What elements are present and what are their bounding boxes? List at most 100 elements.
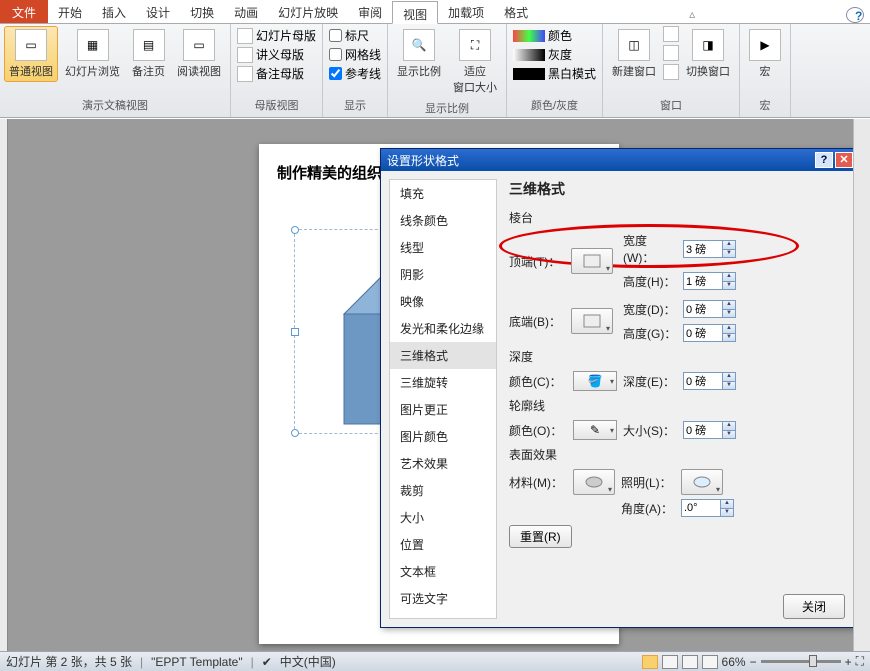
dialog-help-button[interactable]: ? — [815, 152, 833, 168]
contour-color-picker[interactable]: ✎ — [573, 420, 617, 440]
depth-color-picker[interactable]: 🪣 — [573, 371, 617, 391]
gray-mode-button[interactable]: 灰度 — [511, 45, 598, 64]
macros-button[interactable]: ▶宏 — [744, 26, 786, 82]
color-mode-button[interactable]: 颜色 — [511, 26, 598, 45]
reading-view-status-button[interactable] — [682, 655, 698, 669]
nav-crop[interactable]: 裁剪 — [390, 477, 496, 504]
nav-textbox[interactable]: 文本框 — [390, 558, 496, 585]
vertical-scrollbar[interactable] — [853, 119, 870, 651]
depth-spinner[interactable]: ▲▼ — [683, 372, 736, 390]
top-height-spinner[interactable]: ▲▼ — [683, 272, 736, 290]
cascade-icon[interactable] — [663, 45, 679, 61]
nav-fill[interactable]: 填充 — [390, 180, 496, 207]
nav-glow[interactable]: 发光和柔化边缘 — [390, 315, 496, 342]
gray-icon — [513, 49, 545, 61]
tab-view[interactable]: 视图 — [392, 1, 438, 24]
bucket-icon: 🪣 — [588, 374, 603, 388]
bevel-bottom-picker[interactable] — [571, 308, 613, 334]
slide-number-status: 幻灯片 第 2 张，共 5 张 — [6, 653, 132, 670]
sorter-view-status-button[interactable] — [662, 655, 678, 669]
tab-animations[interactable]: 动画 — [224, 0, 268, 23]
zoom-percent[interactable]: 66% — [722, 655, 746, 669]
group-label: 母版视图 — [255, 95, 299, 115]
nav-3d-format[interactable]: 三维格式 — [390, 342, 496, 369]
bw-mode-button[interactable]: 黑白模式 — [511, 64, 598, 83]
new-window-button[interactable]: ◫新建窗口 — [607, 26, 661, 82]
nav-line-style[interactable]: 线型 — [390, 234, 496, 261]
normal-view-status-button[interactable] — [642, 655, 658, 669]
slide-master-button[interactable]: 幻灯片母版 — [235, 26, 318, 45]
resize-handle[interactable] — [291, 226, 299, 234]
tab-review[interactable]: 审阅 — [348, 0, 392, 23]
nav-3d-rotation[interactable]: 三维旋转 — [390, 369, 496, 396]
slideshow-status-button[interactable] — [702, 655, 718, 669]
normal-view-button[interactable]: ▭普通视图 — [4, 26, 58, 82]
notes-master-button[interactable]: 备注母版 — [235, 64, 318, 83]
arrange-icon[interactable] — [663, 26, 679, 42]
group-label: 显示比例 — [425, 98, 469, 118]
nav-shadow[interactable]: 阴影 — [390, 261, 496, 288]
gridlines-checkbox[interactable]: 网格线 — [327, 45, 383, 64]
contour-color-label: 颜色(O)： — [509, 422, 567, 439]
tab-transitions[interactable]: 切换 — [180, 0, 224, 23]
resize-handle[interactable] — [291, 429, 299, 437]
tab-addins[interactable]: 加载项 — [438, 0, 494, 23]
template-status: "EPPT Template" — [151, 655, 242, 669]
slide-thumbnail-panel[interactable] — [0, 119, 8, 651]
minimize-ribbon-icon[interactable]: ▵ — [683, 5, 701, 23]
group-label: 显示 — [344, 95, 366, 115]
tab-home[interactable]: 开始 — [48, 0, 92, 23]
contour-size-label: 大小(S)： — [623, 422, 677, 439]
help-icon[interactable]: ? — [846, 7, 864, 23]
zoom-in-icon[interactable]: + — [845, 655, 852, 669]
top-width-spinner[interactable]: ▲▼ — [683, 240, 736, 258]
reset-button[interactable]: 重置(R) — [509, 525, 572, 548]
material-picker[interactable] — [573, 469, 615, 495]
nav-artistic[interactable]: 艺术效果 — [390, 450, 496, 477]
handout-master-button[interactable]: 讲义母版 — [235, 45, 318, 64]
color-icon — [513, 30, 545, 42]
switch-window-button[interactable]: ◨切换窗口 — [681, 26, 735, 82]
split-icon[interactable] — [663, 64, 679, 80]
lighting-picker[interactable] — [681, 469, 723, 495]
dialog-titlebar[interactable]: 设置形状格式 ? ✕ — [381, 149, 857, 171]
language-status[interactable]: 中文(中国) — [280, 653, 336, 670]
fit-slide-icon[interactable]: ⛶ — [856, 654, 864, 669]
reading-icon: ▭ — [183, 29, 215, 61]
nav-line-color[interactable]: 线条颜色 — [390, 207, 496, 234]
nav-alt-text[interactable]: 可选文字 — [390, 585, 496, 612]
tab-design[interactable]: 设计 — [136, 0, 180, 23]
resize-handle[interactable] — [291, 328, 299, 336]
bottom-height-spinner[interactable]: ▲▼ — [683, 324, 736, 342]
tab-format[interactable]: 格式 — [494, 0, 538, 23]
fit-window-button[interactable]: ⛶适应 窗口大小 — [448, 26, 502, 98]
nav-position[interactable]: 位置 — [390, 531, 496, 558]
height-label: 高度(H)： — [623, 273, 677, 290]
file-tab[interactable]: 文件 — [0, 0, 48, 23]
dialog-nav: 填充 线条颜色 线型 阴影 映像 发光和柔化边缘 三维格式 三维旋转 图片更正 … — [389, 179, 497, 619]
zoom-out-icon[interactable]: − — [750, 655, 757, 669]
sorter-view-button[interactable]: ▦幻灯片浏览 — [60, 26, 125, 82]
nav-pic-correction[interactable]: 图片更正 — [390, 396, 496, 423]
spellcheck-icon[interactable]: ✔ — [262, 655, 272, 669]
tab-insert[interactable]: 插入 — [92, 0, 136, 23]
bottom-width-spinner[interactable]: ▲▼ — [683, 300, 736, 318]
bevel-top-picker[interactable] — [571, 248, 613, 274]
fit-icon: ⛶ — [459, 29, 491, 61]
nav-pic-color[interactable]: 图片颜色 — [390, 423, 496, 450]
zoom-button[interactable]: 🔍显示比例 — [392, 26, 446, 82]
close-button[interactable]: 关闭 — [783, 594, 845, 619]
contour-size-spinner[interactable]: ▲▼ — [683, 421, 736, 439]
angle-spinner[interactable]: ▲▼ — [681, 499, 734, 517]
tab-slideshow[interactable]: 幻灯片放映 — [268, 0, 348, 23]
dialog-close-button[interactable]: ✕ — [835, 152, 853, 168]
guides-checkbox[interactable]: 参考线 — [327, 64, 383, 83]
reading-view-button[interactable]: ▭阅读视图 — [172, 26, 226, 82]
notes-view-button[interactable]: ▤备注页 — [127, 26, 170, 82]
nav-size[interactable]: 大小 — [390, 504, 496, 531]
zoom-slider[interactable] — [761, 660, 841, 663]
pen-icon: ✎ — [590, 423, 600, 437]
ruler-checkbox[interactable]: 标尺 — [327, 26, 383, 45]
bevel-bottom-label: 底端(B)： — [509, 313, 567, 330]
nav-reflection[interactable]: 映像 — [390, 288, 496, 315]
